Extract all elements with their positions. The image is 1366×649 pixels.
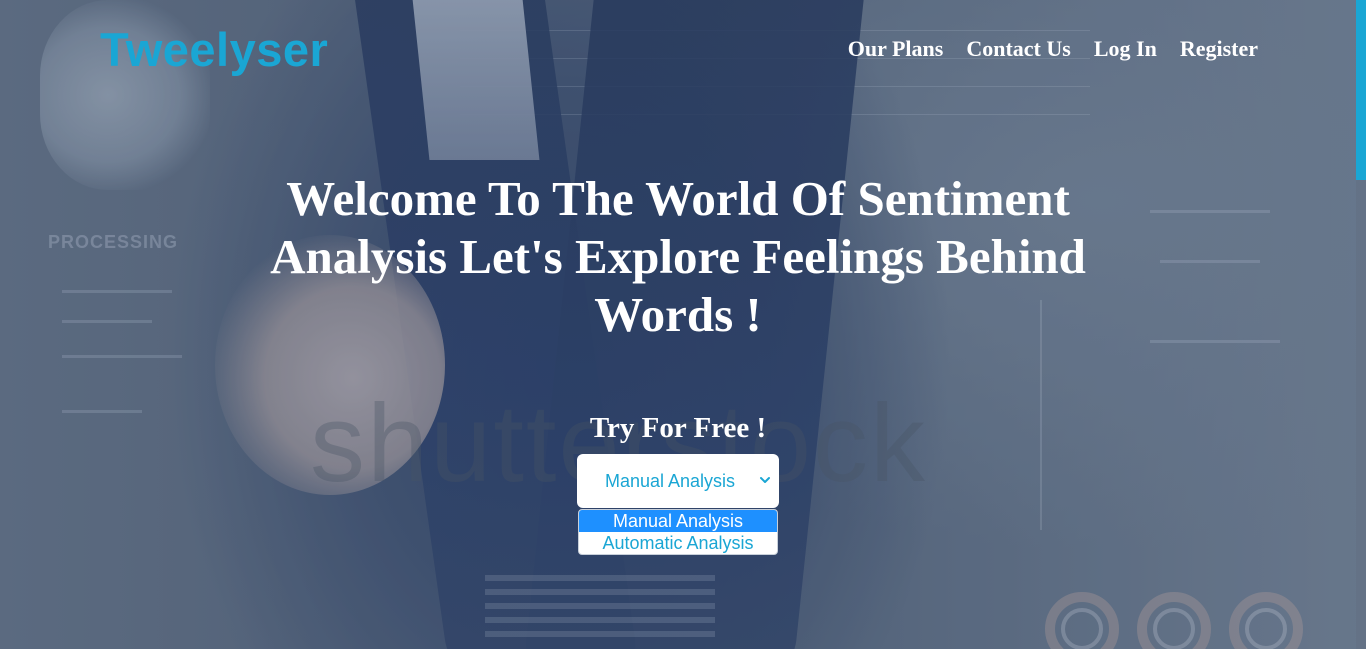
- try-for-free-label: Try For Free !: [589, 412, 767, 444]
- nav-link-contact-us[interactable]: Contact Us: [966, 35, 1071, 63]
- hero-title: Welcome To The World Of Sentiment Analys…: [270, 171, 1086, 342]
- option-manual-analysis[interactable]: Manual Analysis: [579, 510, 777, 532]
- scrollbar[interactable]: [1356, 0, 1366, 649]
- nav-link-register[interactable]: Register: [1180, 35, 1258, 63]
- nav-link-log-in[interactable]: Log In: [1094, 35, 1157, 63]
- analysis-type-dropdown: Manual Analysis Automatic Analysis: [578, 509, 778, 555]
- main-nav: Our Plans Contact Us Log In Register: [848, 35, 1258, 63]
- scrollbar-thumb[interactable]: [1356, 0, 1366, 180]
- analysis-type-selected-value: Manual Analysis: [604, 470, 736, 491]
- chevron-down-icon: [760, 477, 770, 483]
- analysis-type-select[interactable]: Manual Analysis: [577, 454, 779, 508]
- site-logo[interactable]: Tweelyser: [100, 22, 328, 78]
- option-automatic-analysis[interactable]: Automatic Analysis: [579, 532, 777, 554]
- nav-link-our-plans[interactable]: Our Plans: [848, 35, 944, 63]
